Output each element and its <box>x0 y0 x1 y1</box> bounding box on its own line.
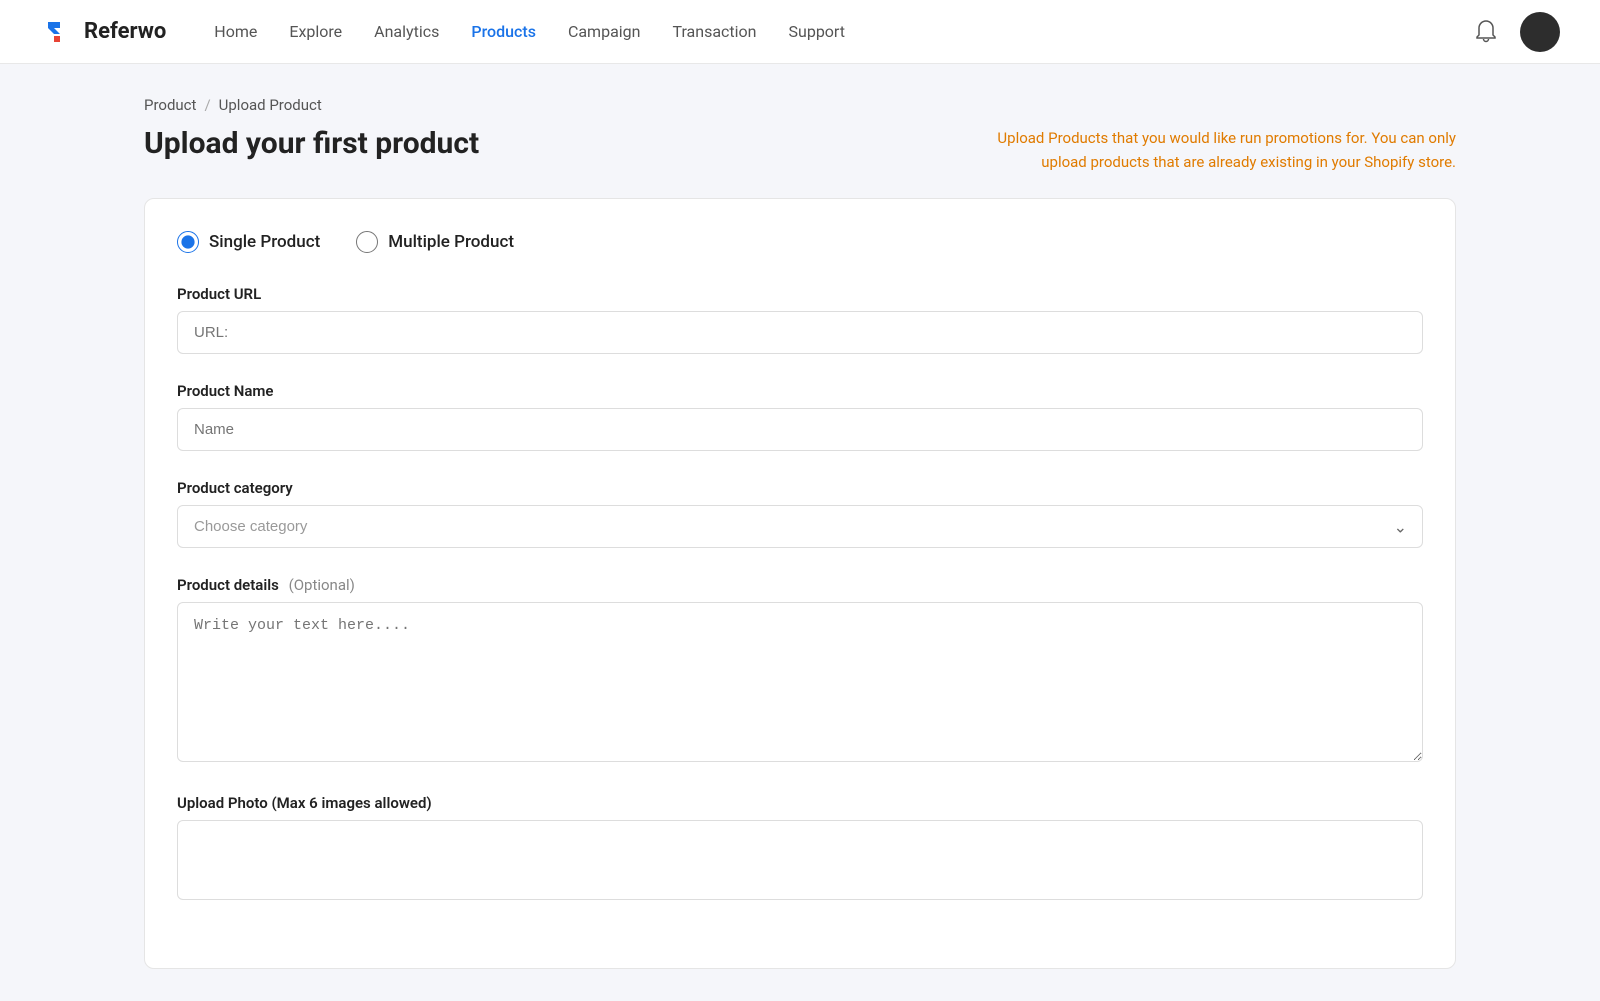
nav-home[interactable]: Home <box>214 22 257 41</box>
product-url-label: Product URL <box>177 285 1423 303</box>
page-header: Upload your first product Upload Product… <box>144 126 1456 174</box>
product-url-input[interactable] <box>177 311 1423 354</box>
product-details-field: Product details (Optional) <box>177 576 1423 766</box>
product-name-field: Product Name <box>177 382 1423 451</box>
single-product-radio[interactable] <box>177 231 199 253</box>
logo[interactable]: Referwo <box>40 14 166 50</box>
nav-links: Home Explore Analytics Products Campaign… <box>214 22 1472 41</box>
breadcrumb-parent: Product <box>144 96 196 114</box>
avatar[interactable] <box>1520 12 1560 52</box>
product-category-field: Product category Choose category ⌄ <box>177 479 1423 548</box>
nav-support[interactable]: Support <box>789 22 845 41</box>
product-category-select[interactable]: Choose category <box>177 505 1423 548</box>
multiple-product-option[interactable]: Multiple Product <box>356 231 514 253</box>
main-content: Product / Upload Product Upload your fir… <box>0 64 1600 1001</box>
multiple-product-label: Multiple Product <box>388 232 514 252</box>
product-name-input[interactable] <box>177 408 1423 451</box>
upload-photo-label: Upload Photo (Max 6 images allowed) <box>177 794 1423 812</box>
product-category-select-wrapper: Choose category ⌄ <box>177 505 1423 548</box>
brand-name: Referwo <box>84 19 166 44</box>
nav-explore[interactable]: Explore <box>289 22 342 41</box>
product-details-label: Product details (Optional) <box>177 576 1423 594</box>
page-title: Upload your first product <box>144 126 479 161</box>
upload-photo-area[interactable] <box>177 820 1423 900</box>
logo-icon <box>40 14 76 50</box>
navbar-right <box>1472 12 1560 52</box>
product-category-label: Product category <box>177 479 1423 497</box>
breadcrumb-separator: / <box>204 96 210 114</box>
product-name-label: Product Name <box>177 382 1423 400</box>
nav-analytics[interactable]: Analytics <box>374 22 439 41</box>
breadcrumb: Product / Upload Product <box>144 96 1456 114</box>
form-card: Single Product Multiple Product Product … <box>144 198 1456 969</box>
product-type-radio-group: Single Product Multiple Product <box>177 231 1423 253</box>
hint-text: Upload Products that you would like run … <box>976 126 1456 174</box>
multiple-product-radio[interactable] <box>356 231 378 253</box>
nav-products[interactable]: Products <box>471 22 536 41</box>
nav-transaction[interactable]: Transaction <box>672 22 756 41</box>
product-details-textarea[interactable] <box>177 602 1423 762</box>
single-product-option[interactable]: Single Product <box>177 231 320 253</box>
upload-photo-field: Upload Photo (Max 6 images allowed) <box>177 794 1423 900</box>
breadcrumb-current: Upload Product <box>219 96 322 114</box>
single-product-label: Single Product <box>209 232 320 252</box>
product-url-field: Product URL <box>177 285 1423 354</box>
notification-icon[interactable] <box>1472 18 1500 46</box>
nav-campaign[interactable]: Campaign <box>568 22 641 41</box>
navbar: Referwo Home Explore Analytics Products … <box>0 0 1600 64</box>
